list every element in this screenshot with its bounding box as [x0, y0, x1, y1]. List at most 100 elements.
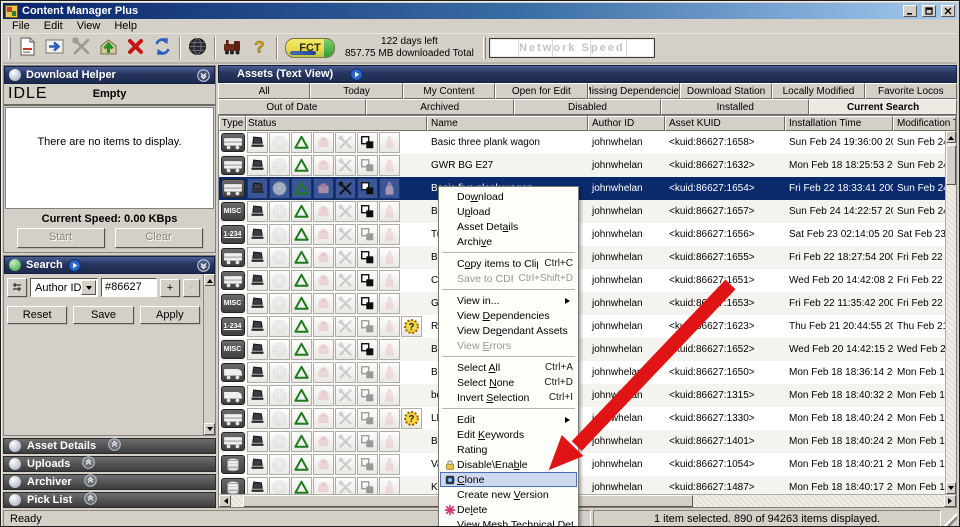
clear-button[interactable]: Clear	[115, 228, 203, 248]
sidebar-panel-archiver[interactable]: Archiver	[3, 474, 216, 490]
expand-chevron-icon[interactable]	[84, 474, 97, 490]
table-row[interactable]: MISCGWjohnwhelan<kuid:86627:1653>Fri Feb…	[219, 292, 945, 315]
reset-button[interactable]: Reset	[7, 306, 67, 324]
menu-item-rating[interactable]: Rating	[440, 442, 577, 457]
column-header-modification-t[interactable]: Modification T	[893, 116, 956, 131]
menu-item-view-in[interactable]: View in...	[440, 293, 577, 308]
assets-play-icon[interactable]	[350, 68, 363, 81]
menu-item-save-to-cdp[interactable]: Save to CDPCtrl+Shift+D	[440, 271, 577, 286]
scroll-down-button[interactable]	[204, 423, 215, 435]
toolbar-grip2[interactable]	[483, 37, 486, 59]
tab-archived[interactable]: Archived	[366, 99, 514, 115]
menu-item-delete[interactable]: Delete	[440, 502, 577, 517]
scroll-up-button[interactable]	[946, 131, 956, 143]
minimize-button[interactable]	[903, 5, 917, 17]
sidebar-panel-uploads[interactable]: Uploads	[3, 456, 216, 472]
new-document-button[interactable]	[14, 36, 41, 61]
horizontal-scrollbar[interactable]	[219, 494, 956, 507]
search-field-select[interactable]: Author ID	[30, 278, 98, 297]
delete-red-button[interactable]	[122, 36, 149, 61]
upload-house-button[interactable]	[95, 36, 122, 61]
tab-all[interactable]: All	[218, 83, 310, 99]
menu-item-view-errors[interactable]: View Errors	[440, 338, 577, 353]
toolbar-grip[interactable]	[8, 37, 11, 59]
dropdown-arrow-icon[interactable]	[81, 280, 96, 295]
menu-item-select-none[interactable]: Select NoneCtrl+D	[440, 375, 577, 390]
menu-item-upload[interactable]: Upload	[440, 204, 577, 219]
expand-chevron-icon[interactable]	[82, 456, 95, 472]
menu-item-edit[interactable]: Edit	[440, 412, 577, 427]
scroll-up-button[interactable]	[204, 274, 215, 286]
start-button[interactable]: Start	[17, 228, 105, 248]
scroll-down-button[interactable]	[946, 482, 956, 494]
menu-item-edit-keywords[interactable]: Edit Keywords	[440, 427, 577, 442]
table-row[interactable]: GWR BG E27johnwhelan<kuid:86627:1632>Mon…	[219, 154, 945, 177]
column-header-type[interactable]: Type	[219, 116, 246, 131]
tab-download-station[interactable]: Download Station	[680, 83, 772, 99]
collapse-chevron-icon[interactable]	[197, 259, 210, 272]
download-queue-list[interactable]: There are no items to display.	[5, 107, 214, 209]
table-row[interactable]: Bulkjohnwhelan<kuid:86627:1401>Mon Feb 1…	[219, 430, 945, 453]
menu-item-disable-enable[interactable]: Disable\Enable	[440, 457, 577, 472]
table-row[interactable]: BRjohnwhelan<kuid:86627:1650>Mon Feb 18 …	[219, 361, 945, 384]
add-filter-button[interactable]: +	[160, 279, 180, 297]
tab-favorite-locos[interactable]: Favorite Locos	[865, 83, 957, 99]
search-play-icon[interactable]	[68, 259, 81, 272]
menubar-item-edit[interactable]: Edit	[37, 19, 70, 33]
train-button[interactable]	[219, 36, 246, 61]
tab-missing-dependencies[interactable]: Missing Dependencies	[588, 83, 680, 99]
menu-item-invert-selection[interactable]: Invert SelectionCtrl+I	[440, 390, 577, 405]
column-header-name[interactable]: Name	[427, 116, 588, 131]
table-row[interactable]: MISCBRjohnwhelan<kuid:86627:1652>Wed Feb…	[219, 338, 945, 361]
menu-item-archive[interactable]: Archive	[440, 234, 577, 249]
menu-item-view-dependant-assets[interactable]: View Dependant Assets	[440, 323, 577, 338]
download-helper-header[interactable]: Download Helper	[4, 66, 215, 84]
vertical-scroll-thumb[interactable]	[946, 145, 956, 185]
table-row[interactable]: Coajohnwhelan<kuid:86627:1651>Wed Feb 20…	[219, 269, 945, 292]
fct-button[interactable]: FCT	[285, 38, 335, 58]
table-row[interactable]: MISCBasjohnwhelan<kuid:86627:1657>Sun Fe…	[219, 200, 945, 223]
menu-item-clone[interactable]: Clone	[440, 472, 577, 487]
refresh-button[interactable]	[149, 36, 176, 61]
web-globe-button[interactable]	[184, 36, 211, 61]
apply-button[interactable]: Apply	[140, 306, 200, 324]
table-row[interactable]: 1-234Turljohnwhelan<kuid:86627:1656>Sat …	[219, 223, 945, 246]
vertical-scrollbar[interactable]	[945, 131, 956, 494]
menu-item-asset-details[interactable]: Asset Details	[440, 219, 577, 234]
menubar-item-help[interactable]: Help	[107, 19, 144, 33]
maximize-button[interactable]	[922, 5, 936, 17]
column-header-asset-kuid[interactable]: Asset KUID	[665, 116, 785, 131]
tab-installed[interactable]: Installed	[661, 99, 809, 115]
tab-current-search[interactable]: Current Search	[809, 99, 957, 115]
help-button[interactable]: ?	[246, 36, 273, 61]
table-row[interactable]: BRjohnwhelan<kuid:86627:1655>Fri Feb 22 …	[219, 246, 945, 269]
resize-grip[interactable]	[943, 510, 957, 527]
assets-header[interactable]: Assets (Text View)	[218, 65, 957, 83]
tab-my-content[interactable]: My Content	[403, 83, 495, 99]
search-scrollbar[interactable]	[203, 274, 215, 435]
filter-options-button[interactable]	[7, 278, 27, 297]
table-row[interactable]: Basic three plank wagonjohnwhelan<kuid:8…	[219, 131, 945, 154]
menubar-item-file[interactable]: File	[5, 19, 37, 33]
import-arrow-button[interactable]	[41, 36, 68, 61]
tab-disabled[interactable]: Disabled	[514, 99, 662, 115]
scroll-left-button[interactable]	[219, 495, 231, 507]
expand-chevron-icon[interactable]	[84, 492, 97, 508]
sidebar-panel-pick-list[interactable]: Pick List	[3, 492, 216, 508]
column-header-status[interactable]: Status	[246, 116, 427, 131]
table-row[interactable]: bowjohnwhelan<kuid:86627:1315>Mon Feb 18…	[219, 384, 945, 407]
expand-chevron-icon[interactable]	[108, 438, 121, 454]
table-row[interactable]: Kingjohnwhelan<kuid:86627:1487>Mon Feb 1…	[219, 476, 945, 494]
tab-locally-modified[interactable]: Locally Modified	[772, 83, 864, 99]
title-bar[interactable]: Content Manager Plus	[3, 3, 957, 19]
search-header[interactable]: Search	[4, 256, 215, 274]
close-button[interactable]	[941, 5, 955, 17]
tab-out-of-date[interactable]: Out of Date	[218, 99, 366, 115]
sidebar-panel-asset-details[interactable]: Asset Details	[3, 438, 216, 454]
menu-item-create-new-version[interactable]: Create new Version	[440, 487, 577, 502]
remove-filter-button[interactable]: -	[183, 279, 200, 297]
table-row[interactable]: Vanjohnwhelan<kuid:86627:1054>Mon Feb 18…	[219, 453, 945, 476]
column-header-author-id[interactable]: Author ID	[588, 116, 665, 131]
collapse-chevron-icon[interactable]	[197, 69, 210, 82]
table-row[interactable]: 1-234?Rurjohnwhelan<kuid:86627:1623>Thu …	[219, 315, 945, 338]
